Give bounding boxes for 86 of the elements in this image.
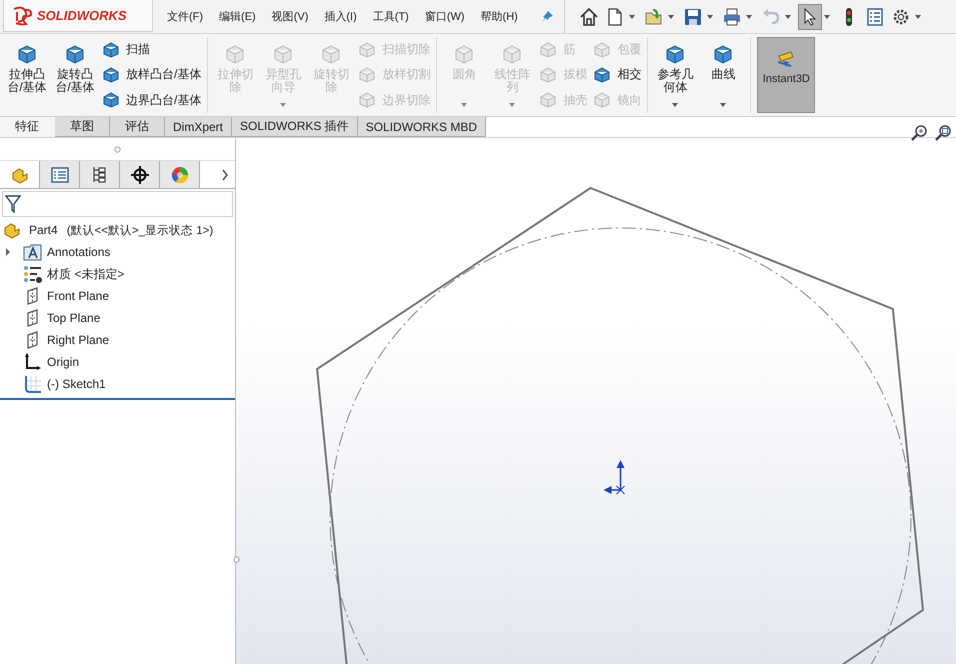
ribbon-button[interactable]: 边界凸台/基体	[102, 88, 202, 112]
tree-item-suffix: (默认<<默认>_显示状态 1>)	[66, 224, 214, 238]
chevron-right-icon[interactable]	[221, 168, 229, 180]
caret-icon[interactable]	[824, 14, 830, 18]
cube-icon	[358, 40, 376, 59]
tree-item[interactable]: Front Plane	[47, 289, 110, 303]
cube-icon	[593, 40, 612, 59]
panel-tab[interactable]	[80, 161, 120, 188]
menu-item[interactable]: 窗口(W)	[416, 9, 473, 24]
ribbon-button[interactable]: 扫描	[102, 38, 202, 62]
zoom-to-fit-icon[interactable]	[910, 124, 928, 142]
crosshair-icon	[130, 164, 150, 184]
ribbon-button[interactable]: 参考几何体	[652, 37, 698, 113]
command-tab[interactable]: 特征	[0, 117, 55, 137]
color-wheel-icon	[170, 164, 190, 184]
traffic-light-icon	[846, 8, 852, 26]
caret-icon[interactable]	[628, 14, 635, 18]
toolbar-button[interactable]	[798, 4, 822, 30]
ribbon-button[interactable]: 旋转凸台/基体	[52, 37, 98, 113]
tree-item[interactable]: Origin	[47, 355, 80, 369]
cube-icon	[320, 43, 342, 65]
pin-icon[interactable]	[540, 10, 554, 24]
ribbon-button[interactable]: 放样凸台/基体	[102, 62, 202, 87]
command-tab[interactable]: SOLIDWORKS 插件	[232, 117, 358, 137]
folder-icon	[644, 6, 664, 26]
command-tab[interactable]: DimXpert	[165, 117, 232, 137]
menu-item[interactable]: 视图(V)	[264, 9, 316, 24]
zoom-area-icon[interactable]	[934, 124, 952, 142]
panel-tab[interactable]	[120, 161, 160, 188]
cube-icon	[664, 43, 686, 65]
filter-icon[interactable]	[5, 195, 21, 213]
printer-icon	[722, 6, 742, 26]
cube-icon	[102, 66, 120, 84]
ribbon-button[interactable]: 曲线	[700, 37, 746, 113]
cube-icon	[593, 66, 612, 84]
home-icon	[578, 6, 599, 26]
command-tab[interactable]: 评估	[110, 117, 165, 137]
expand-arrow-icon[interactable]	[5, 248, 11, 256]
menu-item[interactable]: 编辑(E)	[211, 9, 264, 24]
sketch-origin-icon	[604, 460, 626, 494]
splitter-handle-icon[interactable]	[114, 146, 121, 152]
logo-text: SOLIDWORKS	[37, 8, 127, 23]
caret-icon[interactable]	[746, 14, 752, 18]
cube-icon	[272, 43, 294, 65]
ribbon-button[interactable]: 拉伸凸台/基体	[4, 37, 50, 113]
caret-icon[interactable]	[668, 14, 674, 18]
cube-icon	[64, 43, 86, 65]
command-tab[interactable]: SOLIDWORKS MBD	[358, 117, 486, 137]
panel-collapse-handle-icon[interactable]	[233, 556, 240, 563]
cube-icon	[712, 43, 734, 65]
instant3d-button[interactable]: Instant3D	[757, 37, 816, 113]
cube-icon	[453, 43, 476, 65]
caret-icon[interactable]	[914, 14, 921, 18]
annotation-folder-icon	[23, 242, 43, 262]
list-icon	[864, 6, 885, 26]
menu-item[interactable]: 工具(T)	[364, 9, 417, 24]
tree-item[interactable]: Top Plane	[47, 311, 100, 325]
cube-icon	[102, 40, 120, 59]
material-list-icon	[23, 264, 43, 284]
ribbon-button[interactable]: 相交	[593, 62, 642, 87]
cube-icon	[102, 91, 120, 110]
origin-axes-icon	[23, 352, 43, 372]
menu-item[interactable]: 文件(F)	[159, 9, 212, 24]
tree-item[interactable]: (-) Sketch1	[47, 377, 106, 391]
cube-icon	[501, 43, 524, 65]
menu-item[interactable]: 帮助(H)	[472, 9, 526, 24]
tree-item[interactable]: 材质 <未指定>	[47, 266, 124, 282]
command-tab[interactable]: 草图	[55, 117, 110, 137]
tree-item[interactable]: Annotations	[47, 245, 110, 259]
cube-icon	[358, 91, 376, 110]
cube-icon	[539, 66, 558, 84]
tree-item[interactable]: Right Plane	[47, 333, 110, 347]
cube-icon	[224, 43, 246, 65]
cube-icon	[358, 66, 376, 84]
tree-item[interactable]: Part4	[29, 223, 58, 237]
menu-item[interactable]: 插入(I)	[316, 9, 365, 24]
panel-tab[interactable]	[40, 161, 80, 188]
cube-icon	[539, 40, 558, 59]
caret-icon[interactable]	[706, 14, 713, 18]
cube-icon	[539, 91, 558, 110]
cube-icon	[16, 43, 38, 65]
sketch-icon	[23, 374, 43, 394]
logo-mark-icon	[12, 6, 34, 26]
undo-arrow-icon	[760, 6, 781, 26]
list-icon	[50, 164, 70, 184]
cube-icon	[593, 91, 612, 110]
